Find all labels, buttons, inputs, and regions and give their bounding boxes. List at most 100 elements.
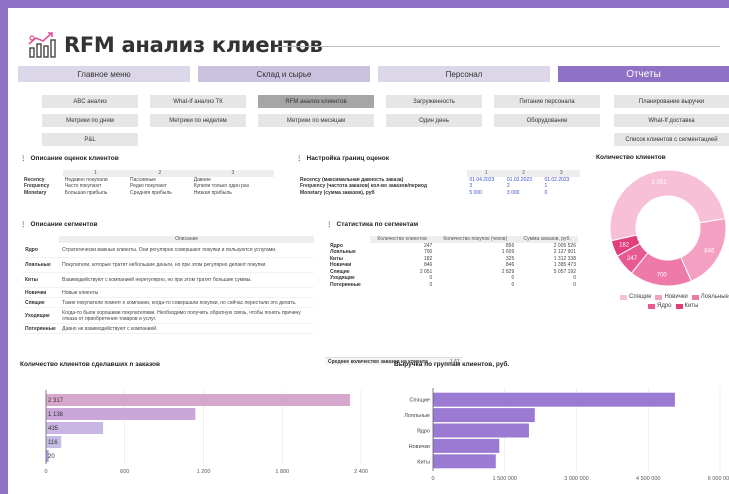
donut-slice-label: 182 bbox=[619, 243, 630, 249]
nav-warehouse[interactable]: Склад и сырье bbox=[198, 66, 370, 82]
category-label: Спящие bbox=[409, 398, 430, 404]
revenue-bar[interactable] bbox=[433, 423, 529, 438]
chart-logo-icon bbox=[28, 32, 56, 58]
row-label: Лояльные bbox=[22, 257, 60, 273]
table-cell: Такие покупатели помнят о компании, когд… bbox=[59, 297, 314, 308]
row-label: Новички bbox=[22, 287, 60, 298]
report-load-button[interactable]: Загруженность bbox=[386, 95, 482, 108]
category-label: Лояльные bbox=[404, 413, 430, 419]
table-cell: Средняя прибыль bbox=[130, 189, 172, 196]
report-daily-button[interactable]: Метрики по дням bbox=[42, 114, 138, 127]
x-tick-label: 1 200 bbox=[197, 469, 211, 475]
nav-staff[interactable]: Персонал bbox=[378, 66, 550, 82]
table-cell: Низкая прибыль bbox=[193, 189, 232, 196]
title-divider bbox=[278, 46, 720, 47]
revenue-bar[interactable] bbox=[433, 408, 535, 423]
table-header-cell: Количество клиентов bbox=[369, 236, 435, 243]
segments-section-title: ⋮ Описание сегментов bbox=[20, 220, 97, 228]
x-tick-label: 0 bbox=[44, 469, 47, 475]
segments-table: Описание Ядро Стратегически важные клиент… bbox=[22, 236, 314, 334]
table-header-cell: Количество покупок (чеков) bbox=[434, 236, 517, 243]
donut-slice-label: 700 bbox=[657, 273, 668, 279]
report-staff-meals-button[interactable]: Питание персонала bbox=[494, 95, 600, 108]
nav-main-menu[interactable]: Главное меню bbox=[18, 66, 190, 82]
clients-donut-chart: 2 051 846 700 247 182 bbox=[609, 169, 727, 287]
report-abc-button[interactable]: ABC анализ bbox=[42, 95, 138, 108]
category-label: Ядро bbox=[417, 429, 430, 435]
report-whatif-delivery-button[interactable]: What-If доставка bbox=[614, 114, 729, 127]
bounds-title-text: Настройка границ оценок bbox=[306, 155, 389, 162]
revenue-chart-title: Выручка по группам клиентов, руб. bbox=[394, 361, 510, 368]
table-cell: Стратегически важные клиенты. Они регуля… bbox=[59, 242, 314, 258]
report-rfm-button[interactable]: RFM анализ клиентов bbox=[258, 95, 374, 108]
legend-item: Ядро bbox=[648, 303, 672, 309]
donut-slice-label: 846 bbox=[704, 248, 715, 254]
table-row: Спящие Такие покупатели помнят о компании… bbox=[22, 297, 314, 308]
x-tick-label: 3 000 000 bbox=[564, 476, 588, 482]
bound-input[interactable]: 5 000 bbox=[467, 190, 505, 197]
x-tick-label: 4 500 000 bbox=[636, 476, 660, 482]
header: RFM анализ клиентов bbox=[26, 28, 323, 62]
revenue-bar-chart: 0 1 500 000 3 000 000 4 500 000 6 000 000 Спя… bbox=[404, 388, 729, 482]
bounds-section-title: ⋮ Настройка границ оценок bbox=[296, 154, 389, 162]
row-label: Спящие bbox=[22, 297, 60, 308]
row-label: Киты bbox=[22, 272, 60, 288]
orders-bar-chart: 0 600 1 200 1 800 2 400 2 317 1 138 435 116 20 bbox=[44, 390, 368, 475]
table-row: Новички Новые клиенты bbox=[22, 287, 314, 298]
bound-input[interactable]: 0 bbox=[542, 190, 580, 197]
report-whatif-tk-button[interactable]: What-If анализ ТК bbox=[150, 95, 246, 108]
table-row: Monetary (сумма заказов), руб 5 000 3 00… bbox=[298, 190, 580, 197]
table-row: Киты Взаимодействуют с компанией нерегуля… bbox=[22, 272, 314, 288]
x-tick-label: 1 500 000 bbox=[493, 476, 517, 482]
x-tick-label: 6 000 000 bbox=[708, 476, 729, 482]
orders-bar[interactable] bbox=[46, 408, 196, 420]
segments-title-text: Описание сегментов bbox=[30, 221, 98, 228]
revenue-bar[interactable] bbox=[433, 454, 496, 469]
stats-section-title: ⋮ Статистика по сегментам bbox=[326, 220, 418, 228]
bar-value-label: 20 bbox=[48, 454, 55, 460]
bar-value-label: 2 317 bbox=[48, 398, 64, 404]
row-label: Ядро bbox=[22, 242, 60, 258]
bar-value-label: 1 138 bbox=[48, 412, 64, 418]
table-row: Потерянные Давно не взаимодействуют с ком… bbox=[22, 323, 314, 334]
scores-section-title: ⋮ Описание оценок клиентов bbox=[20, 154, 119, 162]
report-weekly-button[interactable]: Метрики по неделям bbox=[150, 114, 246, 127]
table-cell: Покупатели, которые тратят небольшие ден… bbox=[59, 257, 314, 273]
donut-legend-row2: Ядро Киты bbox=[648, 303, 702, 309]
orders-bar[interactable] bbox=[46, 394, 351, 406]
table-cell: Большая прибыль bbox=[64, 189, 108, 196]
report-equipment-button[interactable]: Оборудование bbox=[494, 114, 600, 127]
scores-table: 1 2 3 Recency Недавно покупали Пассивные… bbox=[22, 170, 274, 196]
table-cell: Взаимодействуют с компанией нерегулярно,… bbox=[59, 272, 314, 288]
bounds-table: 1 2 3 Recency (максимальная давность зак… bbox=[298, 170, 580, 196]
report-pnl-button[interactable]: P&L bbox=[42, 133, 138, 146]
report-client-list-button[interactable]: Список клиентов с сегментацией bbox=[614, 133, 729, 146]
x-tick-label: 600 bbox=[120, 469, 129, 475]
bar-value-label: 116 bbox=[48, 440, 58, 446]
revenue-bar[interactable] bbox=[433, 392, 675, 407]
table-row: Потерянные 0 0 0 bbox=[330, 281, 576, 288]
stats-table: Количество клиентов Количество покупок (… bbox=[328, 236, 578, 288]
row-label: Monetary bbox=[24, 189, 47, 196]
row-label: Потерянные bbox=[22, 323, 60, 334]
category-label: Киты bbox=[417, 459, 430, 465]
bound-input[interactable]: 3 000 bbox=[505, 190, 543, 197]
stats-title-text: Статистика по сегментам bbox=[336, 221, 419, 228]
more-icon: ⋮ bbox=[326, 221, 333, 228]
page-title: RFM анализ клиентов bbox=[64, 33, 323, 57]
table-row: Ядро Стратегически важные клиенты. Они ре… bbox=[22, 242, 314, 258]
report-monthly-button[interactable]: Метрики по месяцам bbox=[258, 114, 374, 127]
x-tick-label: 0 bbox=[431, 476, 434, 482]
table-row: Monetary Большая прибыль Средняя прибыль… bbox=[22, 190, 274, 197]
x-tick-label: 2 400 bbox=[354, 469, 368, 475]
donut-legend: Спящие Новички Лояльные bbox=[620, 294, 729, 300]
table-row: Уходящие Когда-то были хорошими покупател… bbox=[22, 307, 314, 324]
table-cell: Когда-то были хорошими покупателями. Нео… bbox=[59, 307, 314, 324]
row-label: Уходящие bbox=[22, 307, 60, 324]
nav-reports[interactable]: Отчеты bbox=[558, 66, 729, 82]
report-one-day-button[interactable]: Один день bbox=[386, 114, 482, 127]
report-revenue-plan-button[interactable]: Планирование выручки bbox=[614, 95, 729, 108]
category-label: Новички bbox=[409, 444, 430, 450]
revenue-bar[interactable] bbox=[433, 438, 500, 453]
table-header-cell: Сумма заказов, руб. bbox=[516, 236, 578, 243]
